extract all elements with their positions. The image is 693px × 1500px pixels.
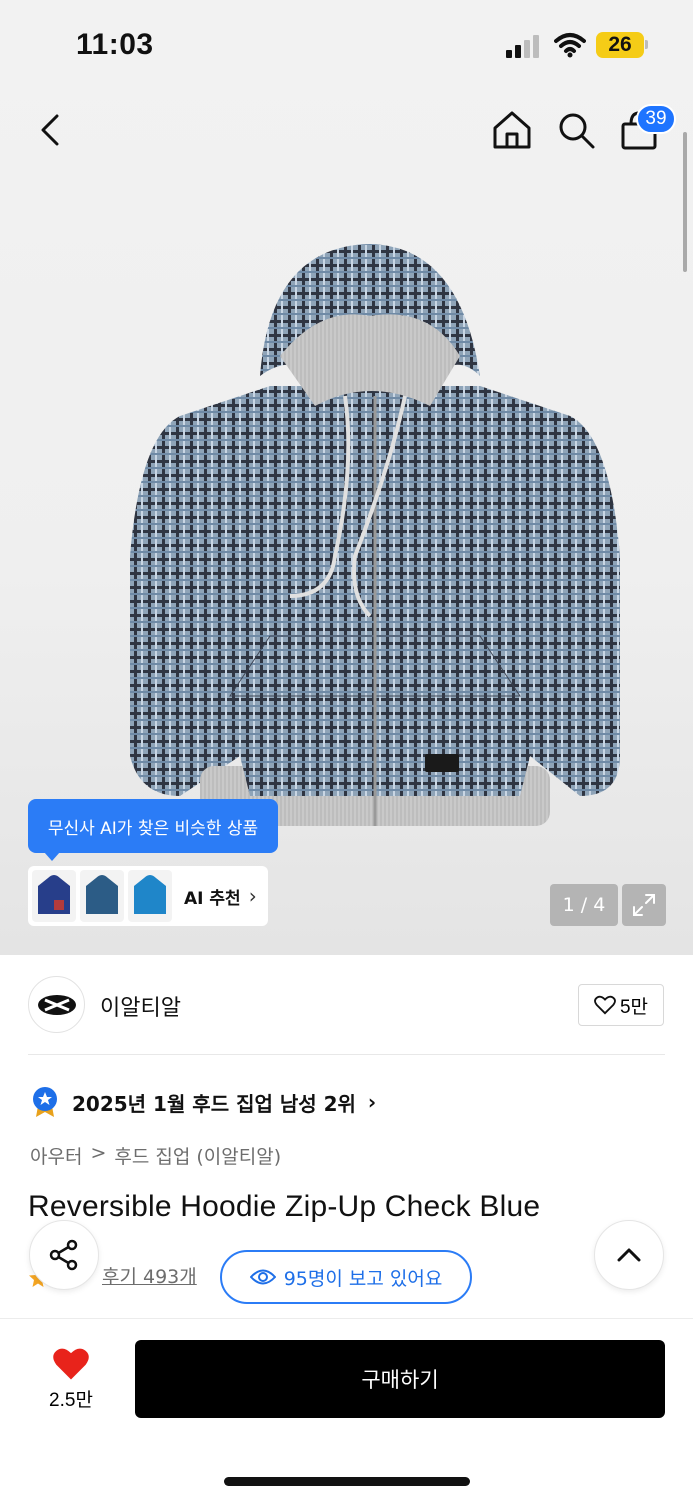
heart-outline-icon	[594, 995, 616, 1015]
scrollbar[interactable]	[683, 132, 687, 272]
ai-recommend-button[interactable]: AI 추천 ›	[28, 866, 268, 926]
share-icon	[49, 1239, 78, 1271]
back-button[interactable]	[32, 108, 72, 152]
wishlist-count: 2.5만	[49, 1389, 93, 1411]
ai-thumbnail	[128, 870, 172, 922]
breadcrumb-category[interactable]: 아우터	[30, 1142, 82, 1169]
brand-name[interactable]: 이알티알	[100, 990, 181, 1022]
brand-row[interactable]: 이알티알 5만	[28, 976, 665, 1034]
hoodie-thumbnail-icon	[38, 875, 70, 914]
brand-logo[interactable]	[28, 976, 85, 1033]
ai-recommend-tooltip: 무신사 AI가 찾은 비슷한 상품	[28, 799, 278, 861]
ai-recommend-label: AI 추천	[184, 888, 241, 909]
ai-thumbnail	[32, 870, 76, 922]
home-indicator[interactable]	[224, 1477, 470, 1486]
brand-like-button[interactable]: 5만	[578, 984, 664, 1026]
breadcrumb-subcategory[interactable]: 후드 집업 (이알티알)	[114, 1142, 281, 1169]
scroll-to-top-button[interactable]	[594, 1220, 664, 1290]
breadcrumb-separator: >	[90, 1142, 107, 1164]
image-counter: 1 / 4	[550, 884, 618, 926]
ranking-text: 2025년 1월 후드 집업 남성 2위	[72, 1091, 356, 1116]
status-time: 11:03	[76, 28, 154, 61]
ai-thumbnail	[80, 870, 124, 922]
brand-like-count: 5만	[619, 996, 649, 1018]
chevron-right-icon: ›	[367, 1090, 377, 1114]
product-image	[130, 244, 620, 826]
home-icon	[493, 111, 531, 149]
expand-icon	[633, 894, 655, 916]
buy-button[interactable]: 구매하기	[135, 1340, 665, 1418]
chevron-up-icon	[617, 1248, 641, 1262]
cart-count-badge: 39	[636, 104, 676, 134]
search-icon	[559, 113, 595, 149]
hoodie-thumbnail-icon	[86, 875, 118, 914]
share-button[interactable]	[29, 1220, 99, 1290]
cellular-signal-icon	[506, 35, 539, 58]
search-button[interactable]	[554, 108, 598, 152]
battery-indicator: 26	[596, 32, 644, 58]
chevron-right-icon: ›	[248, 884, 257, 908]
fullscreen-button[interactable]	[622, 884, 666, 926]
eye-icon	[249, 1269, 276, 1285]
home-button[interactable]	[490, 108, 534, 152]
breadcrumb: 아우터 > 후드 집업 (이알티알)	[30, 1142, 281, 1169]
viewers-text: 95명이 보고 있어요	[283, 1267, 443, 1290]
status-bar: 11:03 26	[0, 0, 693, 90]
ranking-link[interactable]: 2025년 1월 후드 집업 남성 2위 ›	[30, 1084, 376, 1120]
hoodie-thumbnail-icon	[134, 875, 166, 914]
battery-cap	[645, 40, 648, 49]
chevron-left-icon	[41, 114, 59, 146]
heart-filled-icon	[53, 1348, 89, 1379]
brand-logo-icon	[37, 994, 76, 1015]
review-count-link[interactable]: 후기 493개	[102, 1262, 197, 1289]
viewers-badge: 95명이 보고 있어요	[220, 1250, 472, 1304]
ranking-badge-icon	[33, 1087, 57, 1117]
product-title: Reversible Hoodie Zip-Up Check Blue	[28, 1190, 541, 1223]
divider	[28, 1054, 665, 1055]
wifi-icon	[554, 33, 586, 58]
wishlist-button[interactable]: 2.5만	[28, 1340, 114, 1418]
